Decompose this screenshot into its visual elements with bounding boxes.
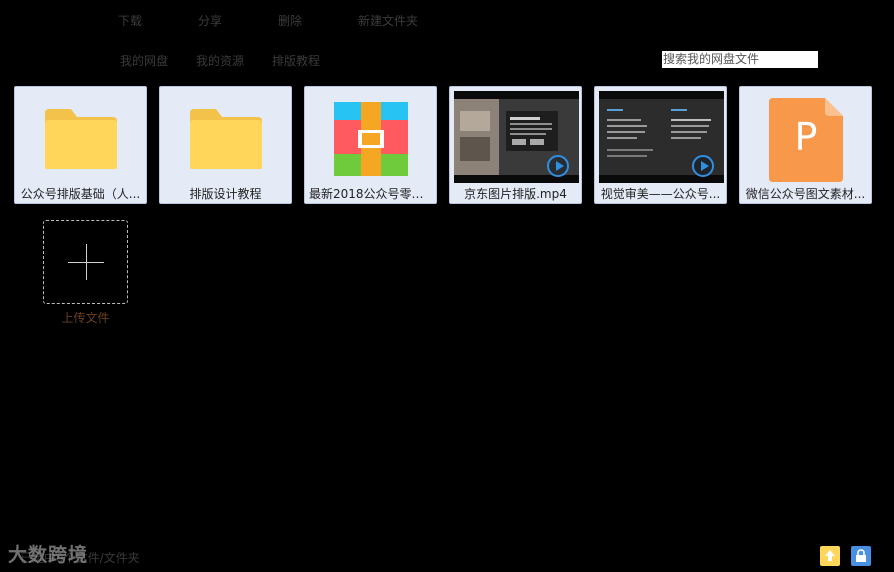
download-button[interactable]: 下载 bbox=[118, 12, 142, 29]
archive-icon bbox=[334, 102, 408, 176]
folder-icon bbox=[190, 109, 262, 169]
nav-my-resources[interactable]: 我的资源 bbox=[196, 52, 244, 69]
file-name: 微信公众号图文素材... bbox=[745, 187, 866, 201]
search-input[interactable] bbox=[662, 51, 818, 68]
file-name: 排版设计教程 bbox=[189, 187, 262, 201]
play-icon bbox=[547, 155, 569, 177]
file-name: 视觉审美——公众号... bbox=[600, 187, 721, 201]
lock-icon[interactable] bbox=[851, 546, 871, 566]
play-icon bbox=[692, 155, 714, 177]
file-tile[interactable]: 排版设计教程 bbox=[159, 86, 292, 204]
file-tile[interactable]: 视觉审美——公众号... bbox=[594, 86, 727, 204]
file-tile[interactable]: 公众号排版基础（人... bbox=[14, 86, 147, 204]
nav-layout-tutorial[interactable]: 排版教程 bbox=[272, 52, 320, 69]
file-tile[interactable]: 京东图片排版.mp4 bbox=[449, 86, 582, 204]
upload-arrow-icon[interactable] bbox=[820, 546, 840, 566]
video-thumbnail bbox=[454, 91, 579, 183]
folder-icon bbox=[45, 109, 117, 169]
nav-my-disk[interactable]: 我的网盘 bbox=[120, 52, 168, 69]
plus-icon bbox=[86, 244, 87, 280]
new-folder-button[interactable]: 新建文件夹 bbox=[358, 12, 418, 29]
arrow-up-icon bbox=[825, 550, 835, 561]
file-tile[interactable]: P 微信公众号图文素材... bbox=[739, 86, 872, 204]
video-thumbnail bbox=[599, 91, 724, 183]
ppt-icon-letter: P bbox=[794, 115, 818, 159]
file-name: 公众号排版基础（人... bbox=[20, 187, 141, 201]
upload-label: 上传文件 bbox=[61, 311, 110, 325]
share-button[interactable]: 分享 bbox=[198, 12, 222, 29]
file-tile[interactable]: 最新2018公众号零基... bbox=[304, 86, 437, 204]
delete-button[interactable]: 删除 bbox=[278, 12, 302, 29]
file-name: 京东图片排版.mp4 bbox=[464, 187, 567, 201]
upload-button[interactable] bbox=[43, 220, 128, 304]
padlock-icon bbox=[856, 549, 866, 562]
file-name: 最新2018公众号零基... bbox=[309, 187, 432, 201]
watermark: 大数跨境 bbox=[8, 544, 89, 566]
